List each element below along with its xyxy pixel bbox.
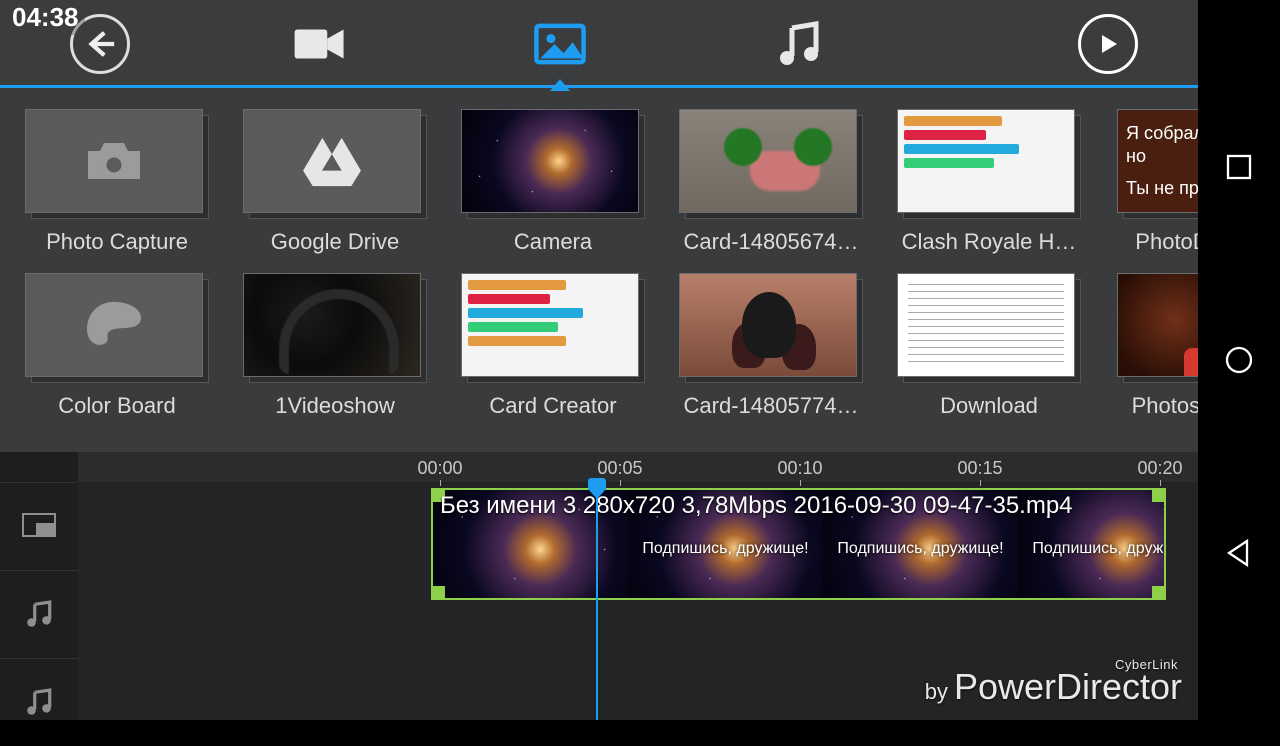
music-note-icon xyxy=(771,20,829,68)
record-badge-icon xyxy=(1184,348,1198,377)
library-item-photo-capture[interactable]: Photo Capture xyxy=(22,109,212,255)
status-time: 04:38 xyxy=(8,2,85,35)
triangle-left-icon xyxy=(1223,537,1255,569)
track-audio1-button[interactable] xyxy=(0,570,78,658)
watermark-app: PowerDirector xyxy=(954,666,1182,707)
ruler-tick: 00:10 xyxy=(750,458,850,479)
play-icon xyxy=(1096,32,1120,56)
top-toolbar xyxy=(0,0,1198,88)
track-video-button[interactable] xyxy=(0,482,78,570)
camera-icon xyxy=(82,134,146,188)
library-item-card-creator[interactable]: Card Creator xyxy=(458,273,648,419)
android-nav-bar xyxy=(1198,0,1280,720)
frame-caption: Подпишись, дружище! xyxy=(823,540,1018,558)
library-label: Google Drive xyxy=(271,229,399,255)
library-label: Clash Royale H… xyxy=(902,229,1077,255)
library-item-photod[interactable]: Я собрал но Ты не пр PhotoD xyxy=(1112,109,1198,255)
library-label: Card-14805674… xyxy=(684,229,859,255)
library-label: Color Board xyxy=(58,393,175,419)
tab-music[interactable] xyxy=(740,0,860,88)
library-item-google-drive[interactable]: Google Drive xyxy=(240,109,430,255)
library-label: Card-14805774… xyxy=(684,393,859,419)
nav-recent-button[interactable] xyxy=(1221,149,1257,185)
frame-caption: Подпишись, дружище! xyxy=(1018,540,1166,558)
library-item-color-board[interactable]: Color Board xyxy=(22,273,212,419)
library-label: PhotoD xyxy=(1135,229,1198,255)
library-label: Camera xyxy=(514,229,592,255)
ruler-tick: 00:05 xyxy=(570,458,670,479)
google-drive-icon xyxy=(300,134,364,188)
track-audio2-button[interactable] xyxy=(0,658,78,746)
tab-video[interactable] xyxy=(260,0,380,88)
image-icon xyxy=(531,20,589,68)
circle-icon xyxy=(1223,344,1255,376)
track-type-buttons xyxy=(0,452,78,720)
music-note-icon xyxy=(22,688,56,718)
library-label: Download xyxy=(940,393,1038,419)
frame-caption: Подпишись, дружище! xyxy=(628,540,823,558)
media-library: Photo Capture Google Drive Camera Card-1… xyxy=(0,91,1198,451)
tab-image[interactable] xyxy=(500,0,620,88)
library-label: Card Creator xyxy=(489,393,616,419)
arrow-left-icon xyxy=(83,27,117,61)
library-item-1videoshow[interactable]: 1Videoshow xyxy=(240,273,430,419)
library-item-clash[interactable]: Clash Royale H… xyxy=(894,109,1084,255)
library-item-card1[interactable]: Card-14805674… xyxy=(676,109,866,255)
ruler-tick: 00:15 xyxy=(930,458,1030,479)
thumb-text-line: Я собрал но xyxy=(1126,122,1198,169)
timeline-playhead[interactable] xyxy=(596,480,598,720)
library-item-card2[interactable]: Card-14805774… xyxy=(676,273,866,419)
watermark: CyberLink byPowerDirector xyxy=(925,657,1182,708)
nav-back-button[interactable] xyxy=(1221,535,1257,571)
nav-home-button[interactable] xyxy=(1221,342,1257,378)
library-item-camera-folder[interactable]: Camera xyxy=(458,109,648,255)
palette-icon xyxy=(82,298,146,352)
music-note-icon xyxy=(22,600,56,630)
timeline-ruler[interactable]: 00:00 00:05 00:10 00:15 00:20 xyxy=(78,452,1198,482)
watermark-by: by xyxy=(925,679,948,704)
thumb-text-line: Ты не пр xyxy=(1126,177,1198,200)
library-item-download[interactable]: Download xyxy=(894,273,1084,419)
video-camera-icon xyxy=(291,20,349,68)
ruler-tick: 00:20 xyxy=(1110,458,1210,479)
pip-track-icon xyxy=(22,512,56,542)
clip-title: Без имени 3 280x720 3,78Mbps 2016-09-30 … xyxy=(440,492,1073,520)
play-button[interactable] xyxy=(1078,14,1138,74)
square-icon xyxy=(1223,151,1255,183)
ruler-tick: 00:00 xyxy=(390,458,490,479)
library-label: 1Videoshow xyxy=(275,393,394,419)
library-label: Photo Capture xyxy=(46,229,188,255)
library-item-photosh[interactable]: Photosh xyxy=(1112,273,1198,419)
library-label: Photosh xyxy=(1132,393,1198,419)
